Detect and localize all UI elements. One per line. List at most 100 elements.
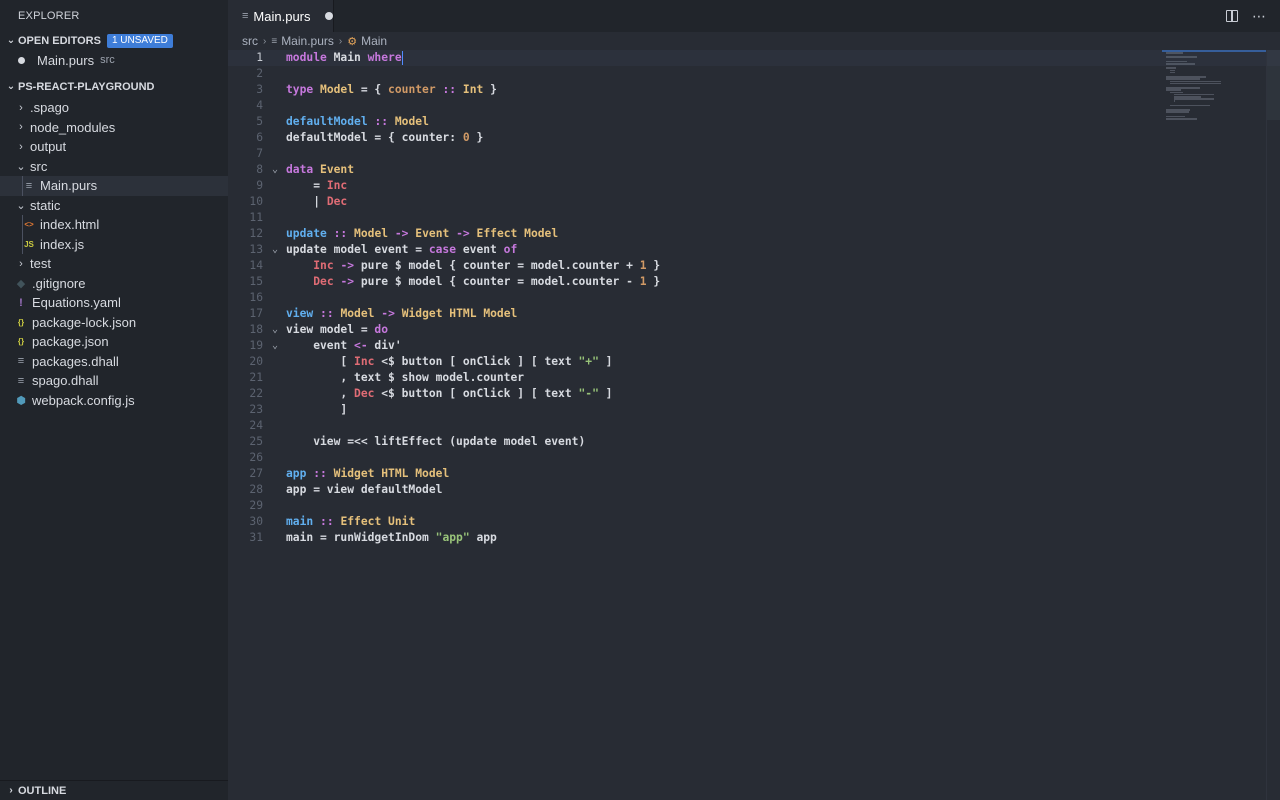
- line-number: 29: [249, 499, 263, 512]
- code-line[interactable]: 9 = Inc: [228, 178, 1280, 194]
- code-line[interactable]: 14 Inc -> pure $ model { counter = model…: [228, 258, 1280, 274]
- json-icon: {}: [17, 317, 25, 327]
- tree-item-label: test: [30, 256, 51, 272]
- fold-chevron-icon[interactable]: ⌄: [270, 338, 280, 354]
- split-editor-icon[interactable]: [1226, 10, 1238, 22]
- code-token: view: [286, 307, 314, 320]
- code-line[interactable]: 13 ⌄ update model event = case event of: [228, 242, 1280, 258]
- line-number: 14: [249, 259, 263, 272]
- chevron-right-icon: ›: [9, 785, 13, 796]
- code-line[interactable]: 24: [228, 418, 1280, 434]
- lines-icon: ≡: [242, 10, 249, 22]
- file-tree: › .spago › node_modules › output ⌄ src ≡ Main.pur…: [0, 98, 228, 410]
- code-line[interactable]: 29: [228, 498, 1280, 514]
- code-line[interactable]: 18 ⌄ view model = do: [228, 322, 1280, 338]
- code-line[interactable]: 17 view :: Model -> Widget HTML Model: [228, 306, 1280, 322]
- line-number: 24: [249, 419, 263, 432]
- code-line[interactable]: 26: [228, 450, 1280, 466]
- code-token: ]: [598, 355, 613, 368]
- code-line[interactable]: 11: [228, 210, 1280, 226]
- code-line[interactable]: 23 ]: [228, 402, 1280, 418]
- code-line[interactable]: 4: [228, 98, 1280, 114]
- unsaved-dot-icon[interactable]: [324, 12, 333, 20]
- breadcrumb-item-file[interactable]: Main.purs: [281, 34, 334, 48]
- tree-item-spago-dhall[interactable]: ≡ spago.dhall: [0, 371, 228, 391]
- tree-item-webpack-config-js[interactable]: ⬢ webpack.config.js: [0, 391, 228, 411]
- tree-item-main-purs[interactable]: ≡ Main.purs: [0, 176, 228, 196]
- code-line[interactable]: 20 [ Inc <$ button [ onClick ] [ text "+…: [228, 354, 1280, 370]
- yaml-icon: !: [19, 296, 23, 309]
- code-token: defaultModel = { counter:: [286, 131, 463, 144]
- code-line[interactable]: 12 update :: Model -> Event -> Effect Mod…: [228, 226, 1280, 242]
- code-line[interactable]: 10 | Dec: [228, 194, 1280, 210]
- chevron-down-icon: ⌄: [16, 160, 26, 173]
- code-token: }: [483, 83, 497, 96]
- code-token: [: [286, 355, 355, 368]
- code-line[interactable]: 5 defaultModel :: Model: [228, 114, 1280, 130]
- code-text: | Dec: [286, 194, 347, 210]
- code-text: data Event: [286, 162, 354, 178]
- fold-chevron-icon[interactable]: ⌄: [270, 322, 280, 338]
- tree-item-static[interactable]: ⌄ static: [0, 196, 228, 216]
- code-token: ::: [320, 307, 334, 320]
- code-line[interactable]: 8 ⌄ data Event: [228, 162, 1280, 178]
- minimap-line: [1166, 63, 1195, 65]
- more-actions-icon[interactable]: ⋯: [1252, 8, 1266, 25]
- open-editors-header[interactable]: ⌄ OPEN EDITORS 1 UNSAVED: [0, 32, 228, 50]
- tree-item-equations-yaml[interactable]: ! Equations.yaml: [0, 293, 228, 313]
- code-line[interactable]: 22 , Dec <$ button [ onClick ] [ text "-…: [228, 386, 1280, 402]
- code-line[interactable]: 3 type Model = { counter :: Int }: [228, 82, 1280, 98]
- code-line[interactable]: 6 defaultModel = { counter: 0 }: [228, 130, 1280, 146]
- code-token: update: [286, 227, 327, 240]
- code-token: app: [469, 531, 497, 544]
- code-line[interactable]: 19 ⌄ event <- div': [228, 338, 1280, 354]
- code-line[interactable]: 21 , text $ show model.counter: [228, 370, 1280, 386]
- scrollbar-thumb[interactable]: [1267, 50, 1280, 120]
- tree-item-output[interactable]: › output: [0, 137, 228, 157]
- tree-item-index-js[interactable]: JS index.js: [0, 234, 228, 254]
- git-icon: ◆: [16, 277, 26, 290]
- code-line[interactable]: 31 main = runWidgetInDom "app" app: [228, 530, 1280, 546]
- tree-item-src[interactable]: ⌄ src: [0, 157, 228, 177]
- code-line[interactable]: 2: [228, 66, 1280, 82]
- tree-item-gitignore[interactable]: ◆ .gitignore: [0, 274, 228, 294]
- fold-chevron-icon[interactable]: ⌄: [270, 162, 280, 178]
- code-line[interactable]: 28 app = view defaultModel: [228, 482, 1280, 498]
- code-line[interactable]: 16: [228, 290, 1280, 306]
- code-line[interactable]: 1 module Main where: [228, 50, 1280, 66]
- code-line[interactable]: 7: [228, 146, 1280, 162]
- fold-chevron-icon[interactable]: ⌄: [270, 242, 280, 258]
- code-text: main = runWidgetInDom "app" app: [286, 530, 497, 546]
- code-token: Dec: [313, 275, 334, 288]
- chevron-down-icon: ⌄: [6, 81, 16, 92]
- breadcrumb-item-symbol[interactable]: Main: [361, 34, 387, 48]
- breadcrumb-item-src[interactable]: src: [242, 34, 258, 48]
- line-number: 10: [249, 195, 263, 208]
- tree-item-spago[interactable]: › .spago: [0, 98, 228, 118]
- module-symbol-icon: ⚙: [347, 35, 358, 48]
- tree-item-node-modules[interactable]: › node_modules: [0, 118, 228, 138]
- tree-item-package-json[interactable]: {} package.json: [0, 332, 228, 352]
- unsaved-dot-icon[interactable]: [18, 56, 25, 64]
- project-header[interactable]: ⌄ PS-REACT-PLAYGROUND: [0, 78, 228, 96]
- code-line[interactable]: 27 app :: Widget HTML Model: [228, 466, 1280, 482]
- code-editor[interactable]: 1 module Main where 2 3 type Model = { count…: [228, 50, 1280, 800]
- tree-item-test[interactable]: › test: [0, 254, 228, 274]
- tree-item-index-html[interactable]: <> index.html: [0, 215, 228, 235]
- code-line[interactable]: 25 view =<< liftEffect (update model eve…: [228, 434, 1280, 450]
- tab-main-purs[interactable]: ≡ Main.purs: [228, 0, 334, 32]
- code-text: , Dec <$ button [ onClick ] [ text "-" ]: [286, 386, 612, 402]
- open-editor-item[interactable]: Main.purs src: [0, 50, 228, 70]
- vertical-scrollbar[interactable]: [1266, 50, 1280, 800]
- code-line[interactable]: 15 Dec -> pure $ model { counter = model…: [228, 274, 1280, 290]
- tree-item-package-lock-json[interactable]: {} package-lock.json: [0, 313, 228, 333]
- tree-item-packages-dhall[interactable]: ≡ packages.dhall: [0, 352, 228, 372]
- outline-header[interactable]: › OUTLINE: [0, 780, 228, 800]
- code-token: ->: [340, 259, 355, 272]
- indent-guide: [22, 176, 23, 196]
- tree-item-label: webpack.config.js: [32, 392, 135, 408]
- minimap[interactable]: [1166, 50, 1266, 120]
- code-token: app: [286, 467, 307, 480]
- code-line[interactable]: 30 main :: Effect Unit: [228, 514, 1280, 530]
